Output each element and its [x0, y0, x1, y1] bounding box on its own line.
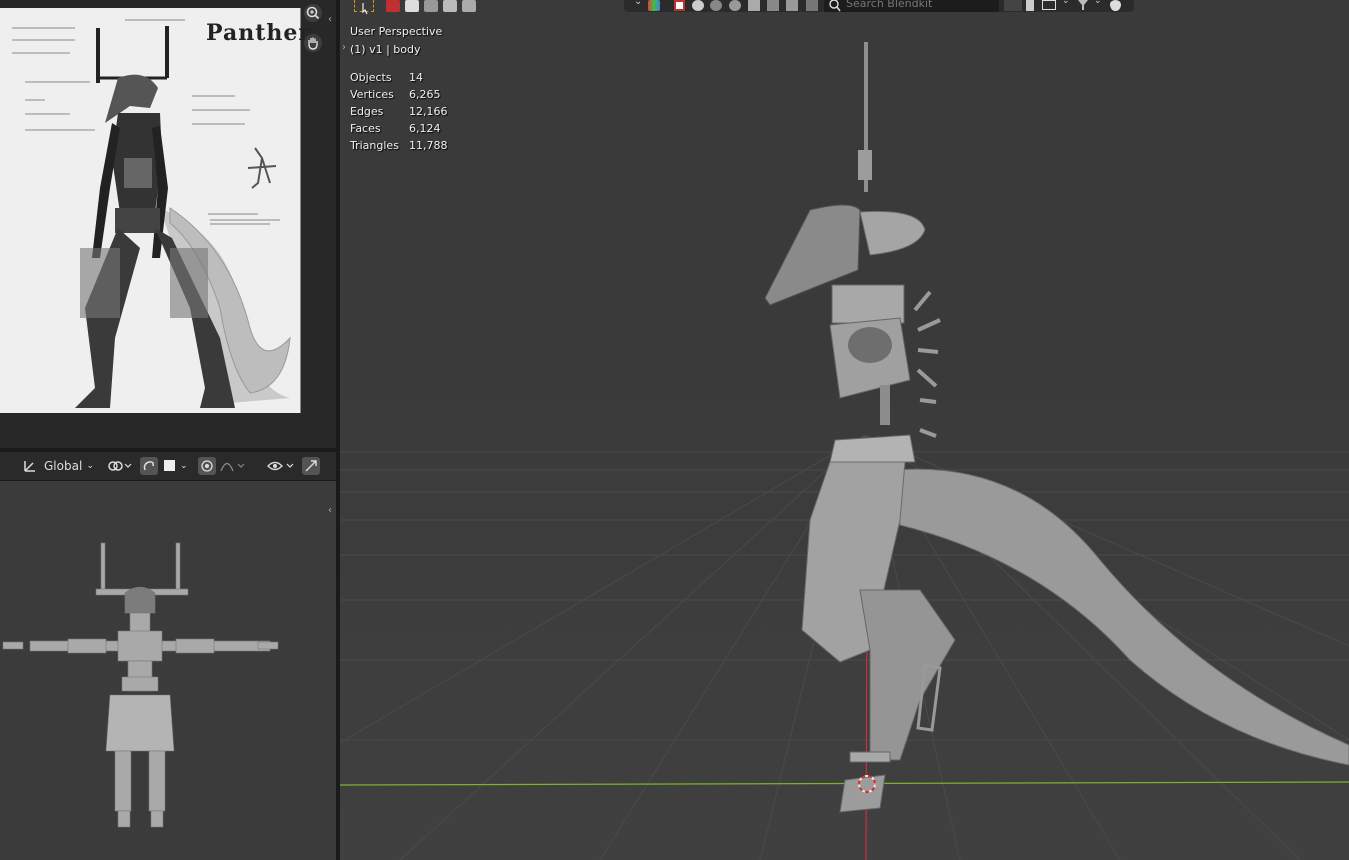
shading-material-icon[interactable]	[710, 0, 722, 11]
cursor-arrow-icon	[362, 3, 368, 15]
snap-target-dropdown[interactable]: ⌄	[160, 456, 192, 476]
search-placeholder: Search Blendkit	[846, 0, 933, 10]
view-name: User Perspective	[350, 25, 443, 38]
material-preview-icon[interactable]	[648, 0, 660, 11]
search-icon	[829, 0, 841, 12]
orientation-dropdown[interactable]: Global ⌄	[40, 456, 98, 476]
overlay-icon[interactable]	[748, 0, 760, 11]
falloff-dropdown[interactable]	[218, 456, 250, 476]
orientation-label: Global	[44, 459, 83, 473]
zoom-icon[interactable]	[304, 4, 322, 22]
collapse-sidebar-arrow-icon[interactable]: ‹	[328, 505, 332, 516]
stat-value-objects: 14	[409, 71, 423, 84]
visibility-dropdown[interactable]	[266, 456, 298, 476]
toolbar-expand-arrow-icon[interactable]: ›	[342, 42, 346, 53]
chevron-down-icon: ⌄	[180, 461, 188, 471]
viewport-header-toolbar: ⌄ Search Blendkit ⌄ ⌄	[624, 0, 1134, 12]
filter-dropdown[interactable]: ⌄	[1076, 0, 1106, 11]
verified-shield-icon[interactable]	[1110, 0, 1121, 11]
grid-icon[interactable]	[767, 0, 779, 11]
proportional-editing-icon	[201, 460, 213, 472]
front-orthographic-viewport[interactable]: ‹	[0, 481, 336, 860]
stat-value-faces: 6,124	[409, 122, 441, 135]
reference-sketch-image: Panther	[0, 8, 310, 413]
select-intersect-mode-button[interactable]	[462, 0, 476, 12]
shading-solid-icon[interactable]	[692, 0, 704, 11]
shading-rendered-icon[interactable]	[729, 0, 741, 11]
main-3d-viewport[interactable]: › User Perspective (1) v1 | body Objects…	[340, 0, 1349, 860]
select-invert-mode-button[interactable]	[443, 0, 457, 12]
stat-label-vertices: Vertices	[350, 88, 394, 101]
pan-hand-icon[interactable]	[304, 34, 322, 52]
stat-label-objects: Objects	[350, 71, 392, 84]
bookmark-icon[interactable]	[1026, 0, 1034, 11]
node-wrangler-icon[interactable]	[806, 0, 818, 11]
stat-value-vertices: 6,265	[409, 88, 441, 101]
snap-icon	[143, 461, 154, 471]
blendkit-search-input[interactable]: Search Blendkit	[824, 0, 999, 12]
asset-grid-icon	[1042, 0, 1056, 10]
gizmo-icon	[305, 460, 317, 472]
proportional-editing-toggle[interactable]	[198, 457, 216, 475]
front-view-header: Global ⌄ ⌄	[0, 452, 336, 481]
snap-square-icon	[164, 460, 175, 471]
link-icon	[108, 461, 132, 471]
reference-title: Panther	[206, 20, 311, 46]
stat-value-edges: 12,166	[409, 105, 448, 118]
eye-icon	[267, 461, 294, 471]
chevron-down-icon[interactable]: ⌄	[634, 0, 642, 7]
chevron-down-icon: ⌄	[1062, 0, 1070, 6]
transform-orientation-icon[interactable]	[22, 458, 38, 474]
collapse-sidebar-arrow-icon[interactable]: ‹	[328, 14, 332, 25]
select-tool-button[interactable]	[354, 0, 374, 15]
blendkit-dropdown-icon[interactable]	[1004, 0, 1022, 11]
stat-label-edges: Edges	[350, 105, 384, 118]
select-box-mode-button[interactable]	[386, 0, 400, 12]
falloff-curve-icon	[220, 462, 245, 472]
chevron-down-icon: ⌄	[1094, 0, 1102, 6]
stat-value-triangles: 11,788	[409, 139, 448, 152]
gizmo-visibility-icon[interactable]	[786, 0, 798, 11]
gizmo-toggle[interactable]	[302, 457, 320, 475]
filter-funnel-icon	[1078, 0, 1088, 10]
object-mode-icon[interactable]	[674, 0, 685, 11]
chevron-down-icon: ⌄	[86, 461, 94, 471]
stat-label-triangles: Triangles	[350, 139, 399, 152]
reference-image-editor[interactable]: Panther ‹	[0, 0, 336, 448]
snap-toggle[interactable]	[140, 457, 158, 475]
select-subtract-mode-button[interactable]	[424, 0, 438, 12]
asset-type-dropdown[interactable]: ⌄	[1042, 0, 1072, 11]
pivot-point-dropdown[interactable]	[104, 456, 134, 476]
viewport-scene	[340, 42, 1349, 860]
stat-label-faces: Faces	[350, 122, 381, 135]
select-extend-mode-button[interactable]	[405, 0, 419, 12]
collection-info: (1) v1 | body	[350, 43, 421, 56]
front-view-model	[2, 542, 279, 828]
reference-sketch-drawing	[0, 8, 300, 413]
